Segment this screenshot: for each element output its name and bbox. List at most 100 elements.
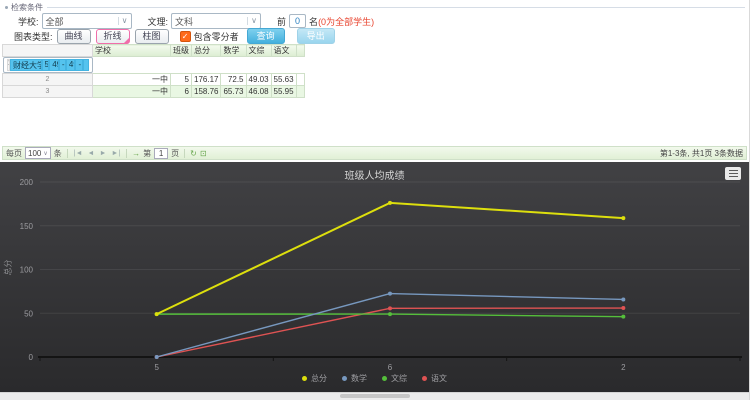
table-cell: - (59, 59, 66, 71)
data-point[interactable] (388, 312, 392, 316)
table-row[interactable]: 3一中6158.7665.7346.0855.95 (3, 86, 305, 98)
chart-type-curve-button[interactable]: 曲线 (57, 29, 91, 44)
table-cell: 49 (66, 59, 76, 71)
table-cell: 6 (171, 86, 192, 98)
y-tick-label: 0 (29, 353, 34, 362)
table-cell: 一中 (93, 74, 171, 86)
page-number-input[interactable]: 1 (154, 148, 168, 159)
table-cell: 158.76 (192, 86, 221, 98)
table-cell: 55.63 (271, 74, 296, 86)
table-cell: 49.03 (246, 74, 271, 86)
go-to-page-icon[interactable]: → (132, 149, 140, 158)
table-cell: 72.5 (221, 74, 246, 86)
prev-page-icon[interactable]: ◄ (87, 150, 96, 157)
legend-label: 语文 (431, 373, 447, 384)
table-cell: 5 (171, 74, 192, 86)
column-header[interactable]: 文综 (246, 45, 271, 57)
table-row[interactable]: 1财经大学体工学院549-49- (3, 57, 93, 73)
data-point[interactable] (388, 292, 392, 296)
legend-item[interactable]: 总分 (302, 373, 327, 384)
data-point[interactable] (155, 355, 159, 359)
data-point[interactable] (155, 312, 159, 316)
row-number: 2 (3, 74, 93, 86)
query-button[interactable]: 查询 (247, 28, 285, 44)
top-n-label: 前 (277, 15, 286, 28)
column-header[interactable]: 语文 (271, 45, 296, 57)
legend-label: 文综 (391, 373, 407, 384)
x-tick-label: 2 (621, 363, 626, 372)
first-page-icon[interactable]: |◄ (73, 150, 84, 157)
line-chart: 050100150200562 (0, 162, 749, 393)
table-cell: 65.73 (221, 86, 246, 98)
export-button[interactable]: 导出 (297, 28, 335, 44)
school-select[interactable]: 全部 ∨ (42, 13, 132, 29)
filter-row: 学校: 全部 ∨ 文理: 文科 ∨ 前 0 名 (0为全部学生) (4, 13, 745, 29)
per-page-select[interactable]: 100 ∨ (25, 147, 51, 159)
bottom-bar (0, 392, 749, 400)
chart-panel: 班级人均成绩 总分 050100150200562 总分数学文综语文 (0, 162, 749, 393)
table-cell: 46.08 (246, 86, 271, 98)
data-point[interactable] (621, 315, 625, 319)
collapse-dot-icon (5, 6, 8, 9)
data-point[interactable] (621, 216, 625, 220)
top-n-unit: 名 (309, 15, 318, 28)
data-point[interactable] (621, 297, 625, 301)
chart-type-polyline-button[interactable]: 折线 (96, 29, 130, 44)
row-number-header (3, 45, 93, 57)
column-header[interactable]: 总分 (192, 45, 221, 57)
filler-cell (83, 59, 89, 71)
top-n-note: (0为全部学生) (318, 15, 374, 28)
legend-item[interactable]: 文综 (382, 373, 407, 384)
table-cell: - (75, 59, 82, 71)
legend-marker-icon (422, 376, 427, 381)
column-header[interactable]: 班级 (171, 45, 192, 57)
table-cell: 财经大学体工学院 (10, 59, 41, 71)
legend-item[interactable]: 数学 (342, 373, 367, 384)
wenli-label: 文理: (148, 15, 169, 28)
include-zero-checkbox[interactable]: ✓ (180, 31, 191, 42)
pager-divider (126, 149, 127, 158)
expand-icon[interactable]: ⊡ (200, 149, 207, 158)
collapse-handle[interactable] (340, 394, 410, 398)
y-tick-label: 100 (20, 266, 34, 275)
table-cell: 55.95 (271, 86, 296, 98)
pager-controls: 每页 100 ∨ 条 |◄ ◄ ► ►| → 第 1 页 ↻ ⊡ (6, 147, 207, 159)
legend-label: 总分 (311, 373, 327, 384)
y-tick-label: 200 (20, 178, 34, 187)
data-point[interactable] (621, 306, 625, 310)
column-header[interactable]: 学校 (93, 45, 171, 57)
per-page-value: 100 (28, 149, 41, 158)
x-tick-label: 6 (388, 363, 393, 372)
chevron-down-icon: ∨ (43, 150, 47, 157)
table-row[interactable]: 2一中5176.1772.549.0355.63 (3, 74, 305, 86)
include-zero-label: 包含零分者 (194, 30, 239, 43)
data-point[interactable] (388, 201, 392, 205)
legend-marker-icon (382, 376, 387, 381)
filler-header (296, 45, 304, 57)
app-root: 检索条件 学校: 全部 ∨ 文理: 文科 ∨ 前 0 名 (0为全部学生) 图表… (0, 0, 750, 400)
data-point[interactable] (388, 306, 392, 310)
top-n-input[interactable]: 0 (289, 14, 306, 28)
last-page-icon[interactable]: ►| (110, 150, 121, 157)
filler-cell (296, 86, 304, 98)
school-label: 学校: (18, 15, 39, 28)
filler-cell (296, 74, 304, 86)
series-line-数学 (157, 294, 624, 357)
wenli-select[interactable]: 文科 ∨ (171, 13, 261, 29)
column-header[interactable]: 数学 (221, 45, 246, 57)
table-cell: 176.17 (192, 74, 221, 86)
y-tick-label: 50 (24, 309, 33, 318)
refresh-icon[interactable]: ↻ (190, 149, 197, 158)
results-grid: 学校班级总分数学文综语文 1财经大学体工学院549-49-2一中5176.1772… (2, 44, 305, 98)
page-prefix: 第 (143, 148, 151, 159)
chart-type-label: 图表类型: (14, 30, 53, 43)
panel-title: 检索条件 (11, 2, 43, 13)
legend-item[interactable]: 语文 (422, 373, 447, 384)
chart-legend: 总分 数学 文综 语文 (0, 373, 749, 384)
chart-type-bar-button[interactable]: 柱图 (135, 29, 169, 44)
per-page-unit: 条 (54, 148, 62, 159)
panel-header: 检索条件 (4, 3, 745, 12)
pager-record-info: 第1-3条, 共1页 3条数据 (660, 148, 743, 159)
next-page-icon[interactable]: ► (98, 150, 107, 157)
legend-marker-icon (302, 376, 307, 381)
